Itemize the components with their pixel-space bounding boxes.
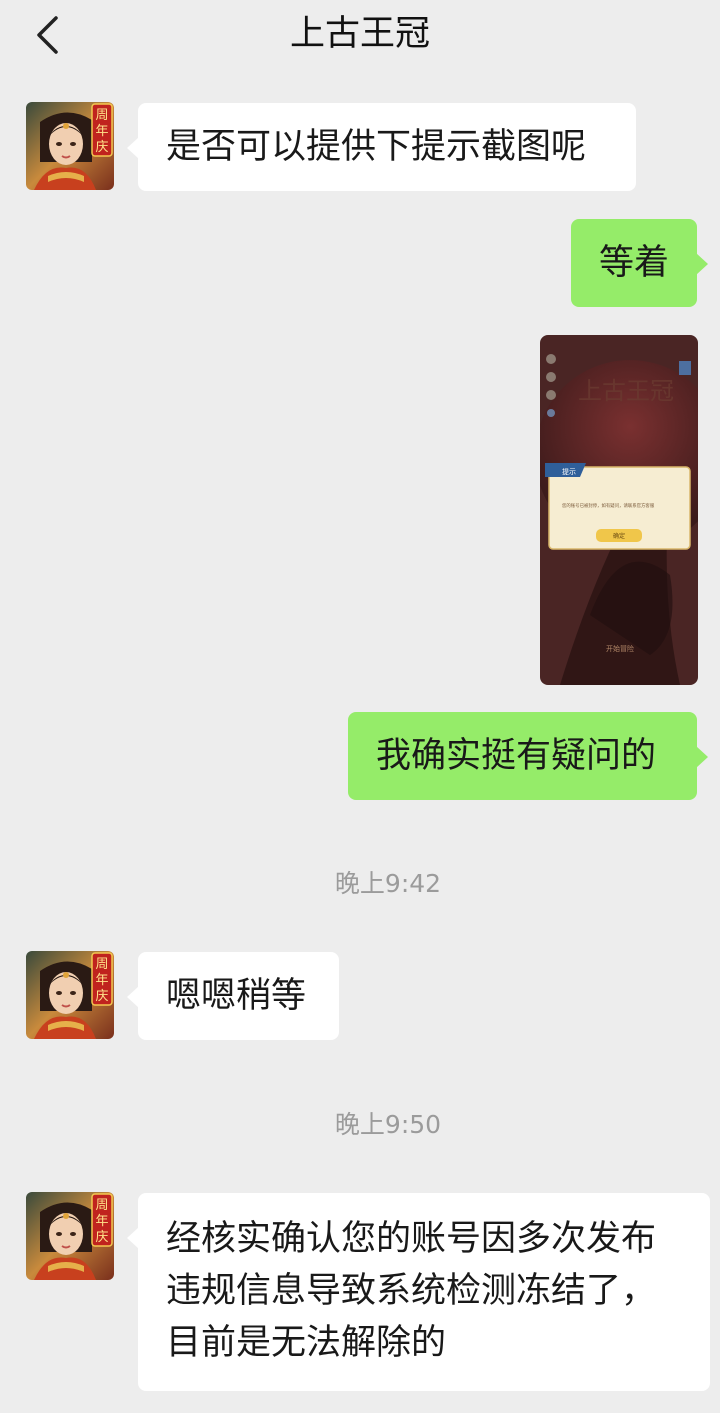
avatar[interactable]: 周年庆 [26, 102, 114, 190]
avatar[interactable]: 周年庆 [26, 1192, 114, 1280]
image-message[interactable]: 上古王冠 提示 您的账号已被封停，如有疑问，请联系官方客服 确定 开始冒险 [540, 335, 698, 685]
message-text-line: 目前是无法解除的 [166, 1323, 447, 1363]
message-bubble[interactable]: 我确实挺有疑问的 [348, 712, 708, 800]
chat-header: 上古王冠 [0, 0, 720, 86]
avatar[interactable]: 周年庆 [26, 951, 114, 1039]
message-bubble[interactable]: 是否可以提供下提示截图呢 [127, 103, 636, 191]
message-bubble[interactable]: 经核实确认您的账号因多次发布 违规信息导致系统检测冻结了， 目前是无法解除的 [127, 1193, 710, 1391]
screenshot-confirm-button: 确定 [613, 532, 625, 540]
avatar-badge-text: 周年庆 [95, 1198, 108, 1245]
message-text: 等着 [599, 243, 670, 283]
avatar-image: 周年庆 [26, 951, 114, 1039]
message-text-line: 违规信息导致系统检测冻结了， [166, 1271, 657, 1311]
avatar-image: 周年庆 [26, 102, 114, 190]
screenshot-game-logo: 上古王冠 [578, 377, 674, 405]
avatar-image: 周年庆 [26, 1192, 114, 1280]
message-text-line: 经核实确认您的账号因多次发布 [166, 1219, 657, 1259]
game-screenshot-image: 上古王冠 提示 您的账号已被封停，如有疑问，请联系官方客服 确定 开始冒险 [540, 335, 698, 685]
message-text: 我确实挺有疑问的 [376, 736, 657, 776]
message-text: 是否可以提供下提示截图呢 [166, 127, 587, 167]
screenshot-start-label: 开始冒险 [606, 644, 634, 653]
avatar-badge-text: 周年庆 [95, 108, 108, 155]
message-bubble[interactable]: 等着 [571, 219, 708, 307]
timestamp: 晚上9:42 [334, 869, 442, 898]
message-text: 嗯嗯稍等 [166, 976, 307, 1016]
screenshot-dialog-title: 提示 [562, 467, 576, 476]
avatar-badge-text: 周年庆 [95, 957, 108, 1004]
chat-title: 上古王冠 [289, 14, 430, 54]
screenshot-dialog-text: 您的账号已被封停，如有疑问，请联系官方客服 [562, 502, 655, 509]
message-bubble[interactable]: 嗯嗯稍等 [127, 952, 339, 1040]
timestamp: 晚上9:50 [334, 1110, 442, 1139]
